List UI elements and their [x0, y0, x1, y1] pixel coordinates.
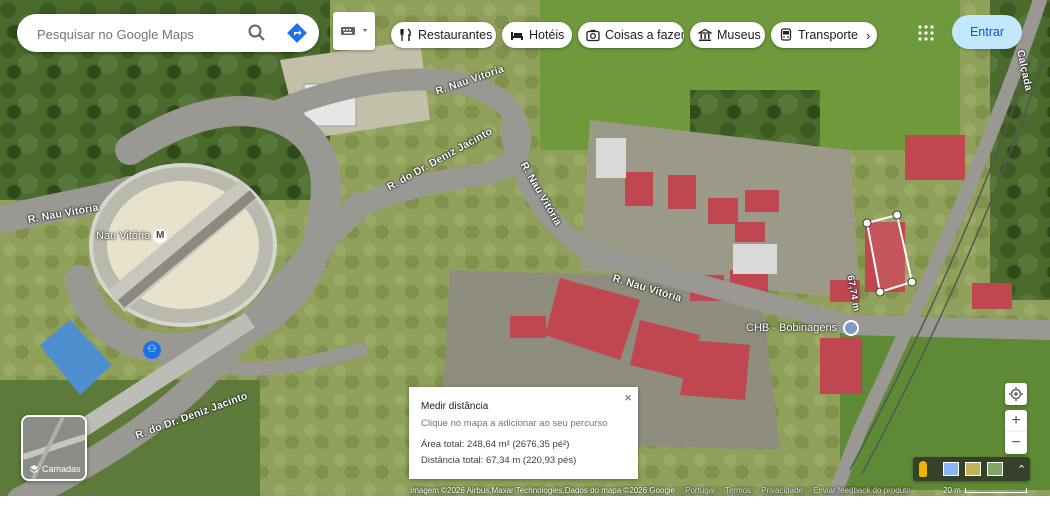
- expand-icon[interactable]: ⌃: [1017, 463, 1026, 476]
- zoom-in-button[interactable]: +: [1005, 410, 1027, 432]
- chip-museums[interactable]: Museus: [690, 22, 765, 48]
- bottom-strip: [0, 496, 1050, 506]
- apps-grid-icon[interactable]: [917, 24, 935, 42]
- layers-button[interactable]: Camadas: [21, 415, 87, 481]
- measure-distance-panel: Medir distância × Clique no mapa a adici…: [409, 387, 638, 479]
- fork-knife-icon: [400, 28, 411, 41]
- restroom-icon[interactable]: ⚇: [143, 341, 161, 359]
- museum-icon: [698, 28, 712, 41]
- chip-label: Museus: [717, 28, 761, 42]
- metro-station-name: Nau Vitória: [96, 230, 151, 242]
- layers-label-wrap: Camadas: [29, 464, 81, 474]
- imagery-thumb-icon[interactable]: [987, 462, 1003, 476]
- my-location-button[interactable]: [1005, 383, 1027, 405]
- chip-things-to-do[interactable]: Coisas a fazer: [578, 22, 684, 48]
- metro-icon: M: [153, 229, 168, 243]
- search-input[interactable]: [35, 14, 259, 54]
- measure-total-area: Área total: 248,64 m² (2676,35 pé²): [421, 439, 570, 450]
- imagery-thumb-icon[interactable]: [943, 462, 959, 476]
- layers-icon: [29, 465, 39, 474]
- zoom-out-button[interactable]: −: [1005, 432, 1027, 454]
- business-name: CHB - Bobinagens: [746, 322, 838, 334]
- measure-subtitle: Clique no mapa a adicionar ao seu percur…: [421, 418, 608, 429]
- keyboard-icon: [341, 27, 367, 35]
- close-icon[interactable]: ×: [624, 390, 632, 405]
- chip-hotels[interactable]: Hotéis: [502, 22, 572, 48]
- search-box[interactable]: [17, 14, 319, 54]
- place-pin-icon: [843, 320, 860, 336]
- sign-in-button[interactable]: Entrar: [952, 15, 1022, 49]
- chip-restaurants[interactable]: Restaurantes: [391, 22, 496, 48]
- measure-title: Medir distância: [421, 401, 489, 412]
- chip-label: Hotéis: [529, 28, 565, 42]
- chip-label: Coisas a fazer: [605, 28, 684, 42]
- directions-icon[interactable]: [287, 23, 307, 43]
- measure-total-distance: Distância total: 67,34 m (220,93 pés): [421, 455, 577, 466]
- imagery-thumb-icon[interactable]: [965, 462, 981, 476]
- chip-label: Restaurantes: [418, 28, 493, 42]
- search-icon[interactable]: [247, 23, 267, 43]
- camera-icon: [586, 29, 600, 42]
- scale-ruler: [964, 488, 1027, 493]
- chip-transport[interactable]: Transporte ›: [771, 22, 877, 48]
- layers-label: Camadas: [42, 464, 81, 474]
- chip-label: Transporte: [798, 28, 858, 42]
- input-tools-button[interactable]: [333, 12, 375, 50]
- bus-icon: [780, 28, 792, 41]
- pegman-icon[interactable]: [919, 461, 927, 477]
- bed-icon: [511, 32, 523, 40]
- metro-station-label[interactable]: Nau Vitória M: [96, 229, 168, 243]
- chevron-right-icon[interactable]: ›: [866, 28, 870, 43]
- map-tools-bar: ⌃: [913, 457, 1030, 481]
- crosshair-icon: [1009, 387, 1023, 401]
- scale-bar[interactable]: 20 m: [943, 486, 1027, 495]
- business-poi[interactable]: CHB - Bobinagens: [746, 320, 860, 336]
- scale-label: 20 m: [943, 486, 961, 495]
